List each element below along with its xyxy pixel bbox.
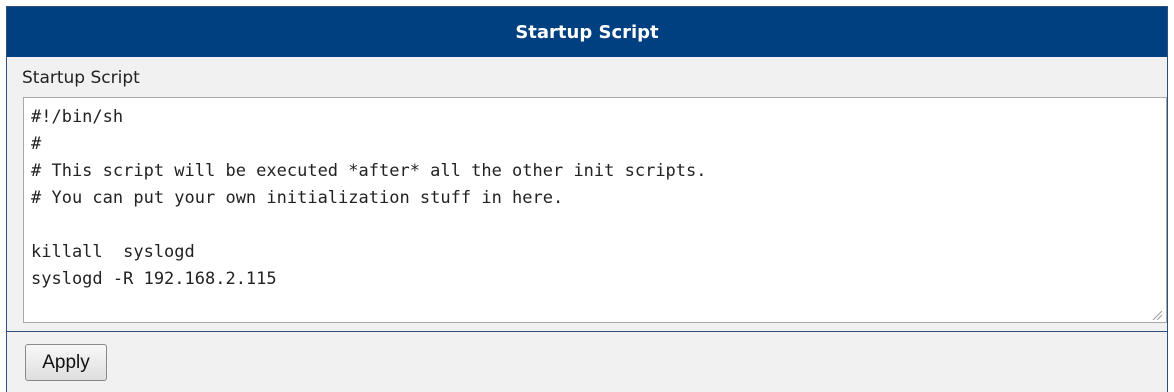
resize-grip-icon[interactable] — [1151, 309, 1163, 321]
section-divider — [7, 331, 1167, 332]
apply-button[interactable]: Apply — [25, 344, 107, 381]
startup-script-textarea[interactable]: #!/bin/sh # # This script will be execut… — [23, 97, 1167, 323]
panel-title: Startup Script — [515, 21, 659, 43]
panel-header: Startup Script — [7, 7, 1167, 57]
startup-script-label: Startup Script — [22, 68, 140, 88]
startup-script-panel: Startup Script Startup Script #!/bin/sh … — [6, 6, 1168, 392]
